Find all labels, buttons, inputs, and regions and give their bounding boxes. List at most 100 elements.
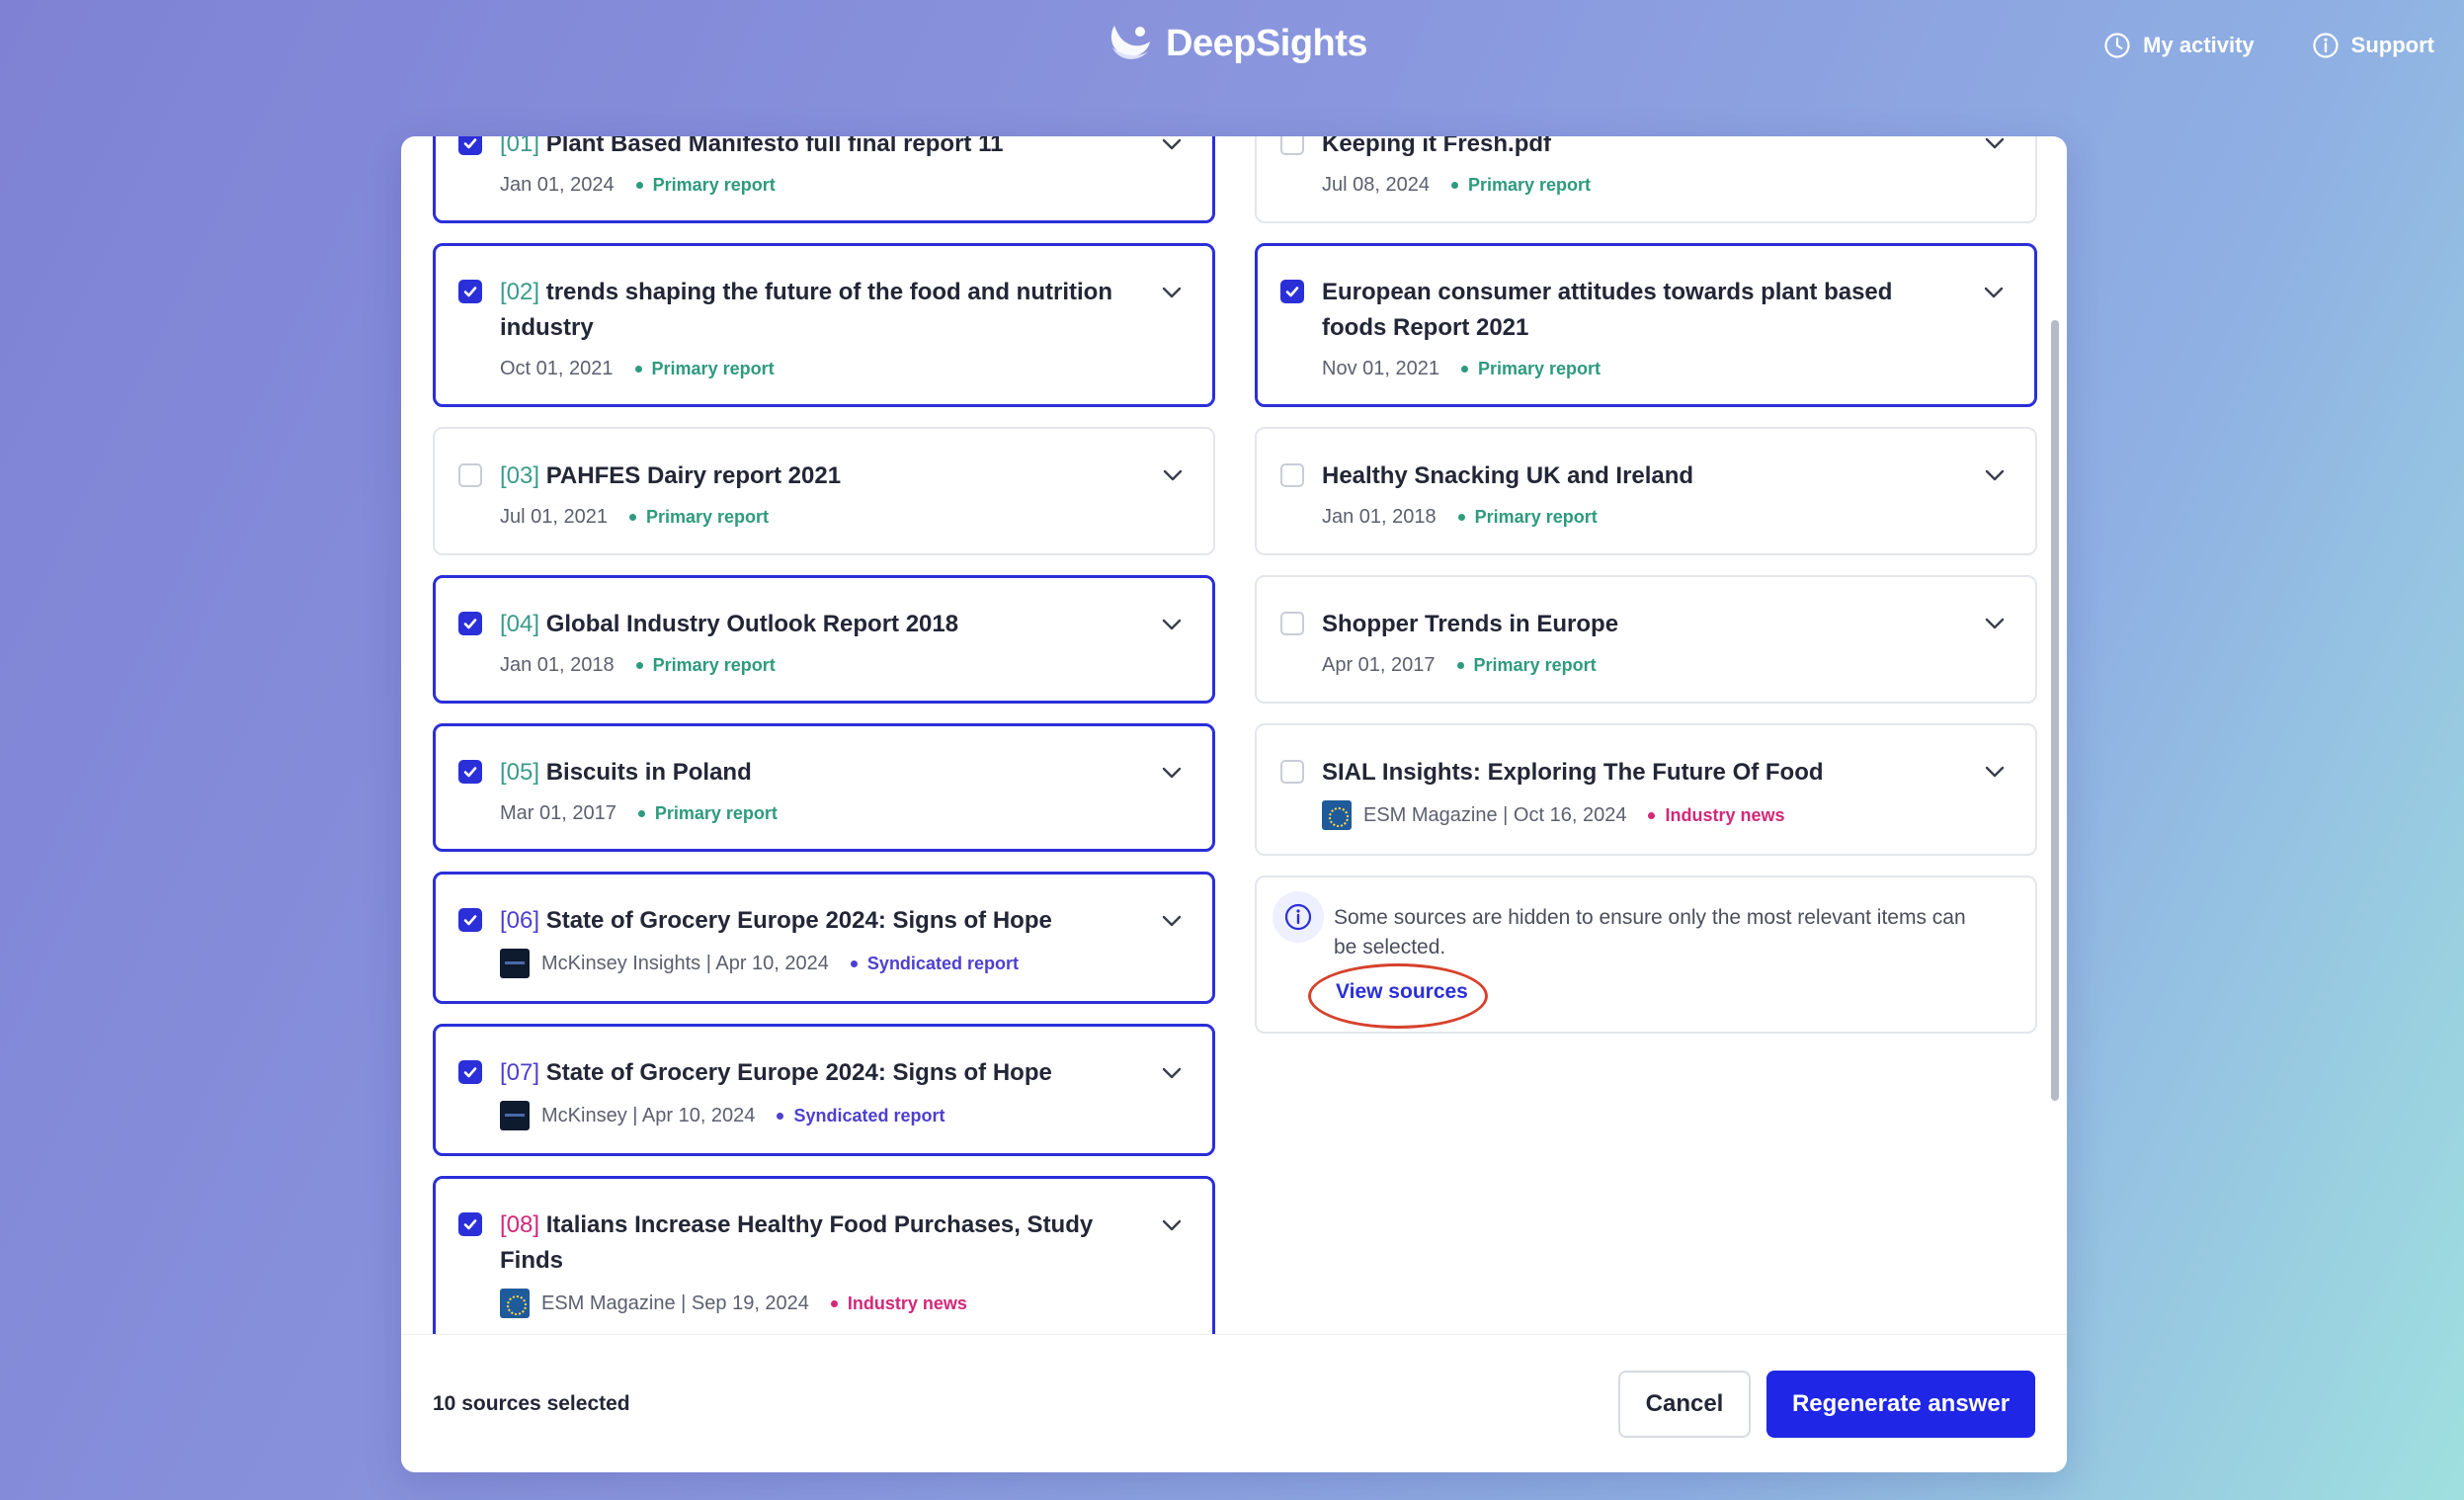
source-checkbox[interactable] <box>1280 280 1304 303</box>
source-title: [04] Global Industry Outlook Report 2018 <box>500 607 1134 642</box>
chevron-down-icon[interactable] <box>1982 759 2008 785</box>
source-meta: Jul 08, 2024 Primary report <box>1322 172 1956 198</box>
regenerate-answer-button[interactable]: Regenerate answer <box>1766 1371 2035 1438</box>
source-date: Apr 01, 2017 <box>1322 654 1436 676</box>
source-type-tag: Primary report <box>1458 504 1598 530</box>
source-meta: Jan 01, 2024 Primary report <box>500 172 1134 198</box>
source-title: [03] PAHFES Dairy report 2021 <box>500 458 1134 494</box>
source-title: Healthy Snacking UK and Ireland <box>1322 462 1694 489</box>
cancel-button[interactable]: Cancel <box>1618 1371 1751 1438</box>
source-card[interactable]: [06] State of Grocery Europe 2024: Signs… <box>433 872 1215 1004</box>
source-card[interactable]: [01] Plant Based Manifesto full final re… <box>433 136 1215 223</box>
source-type-tag: Primary report <box>1451 172 1591 198</box>
source-checkbox[interactable] <box>1280 463 1304 487</box>
source-meta: Jul 01, 2021 Primary report <box>500 504 1134 530</box>
source-checkbox[interactable] <box>458 136 482 155</box>
source-type-tag: Industry news <box>831 1291 967 1316</box>
chevron-down-icon[interactable] <box>1982 136 2008 156</box>
source-card[interactable]: [05] Biscuits in Poland Mar 01, 2017 Prim… <box>433 723 1215 852</box>
source-type-tag: Primary report <box>1461 356 1601 381</box>
source-card[interactable]: [03] PAHFES Dairy report 2021 Jul 01, 20… <box>433 427 1215 555</box>
source-list-scroll-area[interactable]: [01] Plant Based Manifesto full final re… <box>401 136 2067 1334</box>
mckinsey-logo-icon <box>500 949 530 978</box>
checkmark-icon <box>463 1219 477 1230</box>
source-card[interactable]: Shopper Trends in Europe Apr 01, 2017 Pri… <box>1255 575 2037 704</box>
checkmark-icon <box>463 619 477 629</box>
source-card[interactable]: SIAL Insights: Exploring The Future Of F… <box>1255 723 2037 856</box>
chevron-down-icon[interactable] <box>1982 462 2008 488</box>
source-card[interactable]: [02] trends shaping the future of the fo… <box>433 243 1215 407</box>
source-date: Oct 01, 2021 <box>500 358 614 379</box>
source-title: SIAL Insights: Exploring The Future Of F… <box>1322 759 1824 786</box>
source-type-tag: Primary report <box>636 172 776 198</box>
right-source-column: Keeping it Fresh.pdf Jul 08, 2024 Primary… <box>1255 136 2037 1034</box>
esm-magazine-logo-icon <box>500 1289 530 1318</box>
source-title: [08] Italians Increase Healthy Food Purc… <box>500 1208 1134 1279</box>
scrollbar-thumb[interactable] <box>2051 320 2059 1101</box>
chevron-down-icon[interactable] <box>1981 280 2007 305</box>
chevron-down-icon[interactable] <box>1159 136 1185 157</box>
citation-number: [01] <box>500 136 540 157</box>
chevron-down-icon[interactable] <box>1159 1212 1185 1238</box>
sources-selected-count: 10 sources selected <box>433 1392 630 1415</box>
source-title: Keeping it Fresh.pdf <box>1322 136 1552 157</box>
citation-number: [06] <box>500 907 540 934</box>
source-date: Jan 01, 2018 <box>500 654 615 676</box>
source-checkbox[interactable] <box>1280 760 1304 784</box>
source-checkbox[interactable] <box>458 760 482 784</box>
source-meta: Oct 01, 2021 Primary report <box>500 356 1134 381</box>
source-date: Jan 01, 2018 <box>1322 506 1437 528</box>
chevron-down-icon[interactable] <box>1159 1060 1185 1086</box>
source-checkbox[interactable] <box>458 908 482 932</box>
source-checkbox[interactable] <box>1280 136 1304 155</box>
source-meta: Nov 01, 2021 Primary report <box>1322 356 1956 381</box>
source-checkbox[interactable] <box>1280 612 1304 635</box>
left-source-column: [01] Plant Based Manifesto full final re… <box>433 136 1215 1334</box>
support-label: Support <box>2350 33 2434 57</box>
source-title: [05] Biscuits in Poland <box>500 755 1134 791</box>
source-card[interactable]: [08] Italians Increase Healthy Food Purc… <box>433 1176 1215 1334</box>
highlight-annotation-ring <box>1308 963 1488 1029</box>
citation-number: [04] <box>500 611 540 637</box>
source-type-tag: Syndicated report <box>777 1103 945 1128</box>
app-logo[interactable]: DeepSights <box>1105 22 1368 65</box>
hidden-sources-notice: Some sources are hidden to ensure only t… <box>1255 875 2037 1034</box>
source-card[interactable]: European consumer attitudes towards plan… <box>1255 243 2037 407</box>
source-card[interactable]: [04] Global Industry Outlook Report 2018… <box>433 575 1215 704</box>
hidden-sources-text: Some sources are hidden to ensure only t… <box>1334 906 1966 958</box>
my-activity-label: My activity <box>2143 33 2255 57</box>
source-type-tag: Primary report <box>636 652 776 678</box>
source-checkbox[interactable] <box>458 463 482 487</box>
source-checkbox[interactable] <box>458 612 482 635</box>
view-sources-link[interactable]: View sources <box>1308 963 1488 1029</box>
source-checkbox[interactable] <box>458 1212 482 1236</box>
chevron-down-icon[interactable] <box>1159 908 1185 934</box>
my-activity-link[interactable]: My activity <box>2103 32 2255 59</box>
chevron-down-icon[interactable] <box>1159 612 1185 637</box>
source-checkbox[interactable] <box>458 1060 482 1084</box>
source-date: Nov 01, 2021 <box>1322 358 1439 379</box>
checkmark-icon <box>463 1067 477 1078</box>
chevron-down-icon[interactable] <box>1160 462 1186 488</box>
source-type-tag: Industry news <box>1648 802 1784 828</box>
checkmark-icon <box>463 915 477 926</box>
source-type-tag: Primary report <box>1457 652 1597 678</box>
info-circle-icon <box>2313 33 2339 58</box>
checkmark-icon <box>463 767 477 778</box>
source-type-tag: Primary report <box>635 356 775 381</box>
source-checkbox[interactable] <box>458 280 482 303</box>
source-card[interactable]: Healthy Snacking UK and Ireland Jan 01, … <box>1255 427 2037 555</box>
support-link[interactable]: Support <box>2312 32 2434 59</box>
source-card[interactable]: [07] State of Grocery Europe 2024: Signs… <box>433 1024 1215 1156</box>
citation-number: [07] <box>500 1059 540 1086</box>
info-icon <box>1273 891 1324 943</box>
top-nav: My activity Support <box>2103 32 2434 59</box>
citation-number: [08] <box>500 1211 540 1238</box>
chevron-down-icon[interactable] <box>1982 611 2008 636</box>
source-card[interactable]: Keeping it Fresh.pdf Jul 08, 2024 Primary… <box>1255 136 2037 223</box>
chevron-down-icon[interactable] <box>1159 760 1185 786</box>
source-date: Jul 08, 2024 <box>1322 174 1430 196</box>
chevron-down-icon[interactable] <box>1159 280 1185 305</box>
source-title: [06] State of Grocery Europe 2024: Signs… <box>500 903 1134 939</box>
source-date: Jan 01, 2024 <box>500 174 615 196</box>
